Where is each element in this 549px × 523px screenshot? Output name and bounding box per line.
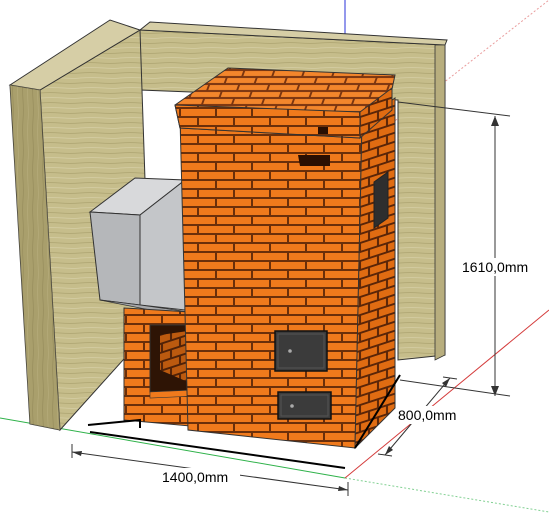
- vent-hole: [318, 127, 328, 134]
- stove-side-face: [354, 97, 396, 450]
- brick-base[interactable]: [123, 307, 196, 427]
- width-dimension[interactable]: 1400,0mm: [71, 444, 349, 496]
- firebox-door[interactable]: [274, 330, 328, 372]
- width-dimension-label: 1400,0mm: [162, 469, 228, 485]
- stove-front-face: [179, 117, 363, 449]
- modeling-viewport[interactable]: 1400,0mm 800,0mm 1610,0mm: [0, 0, 549, 518]
- door-handle-icon: [290, 404, 294, 408]
- floor-outline: [87, 418, 141, 428]
- ashpit-door[interactable]: [277, 391, 332, 420]
- vent-slot: [298, 155, 330, 166]
- door-handle-icon: [288, 349, 292, 353]
- scene-canvas: 1400,0mm 800,0mm 1610,0mm: [0, 0, 549, 513]
- height-dimension-label: 1610,0mm: [462, 259, 528, 275]
- side-door[interactable]: [373, 171, 389, 229]
- depth-dimension-label: 800,0mm: [398, 407, 456, 423]
- brick-stove[interactable]: [174, 67, 396, 450]
- green-axis-dotted-line: [344, 477, 549, 513]
